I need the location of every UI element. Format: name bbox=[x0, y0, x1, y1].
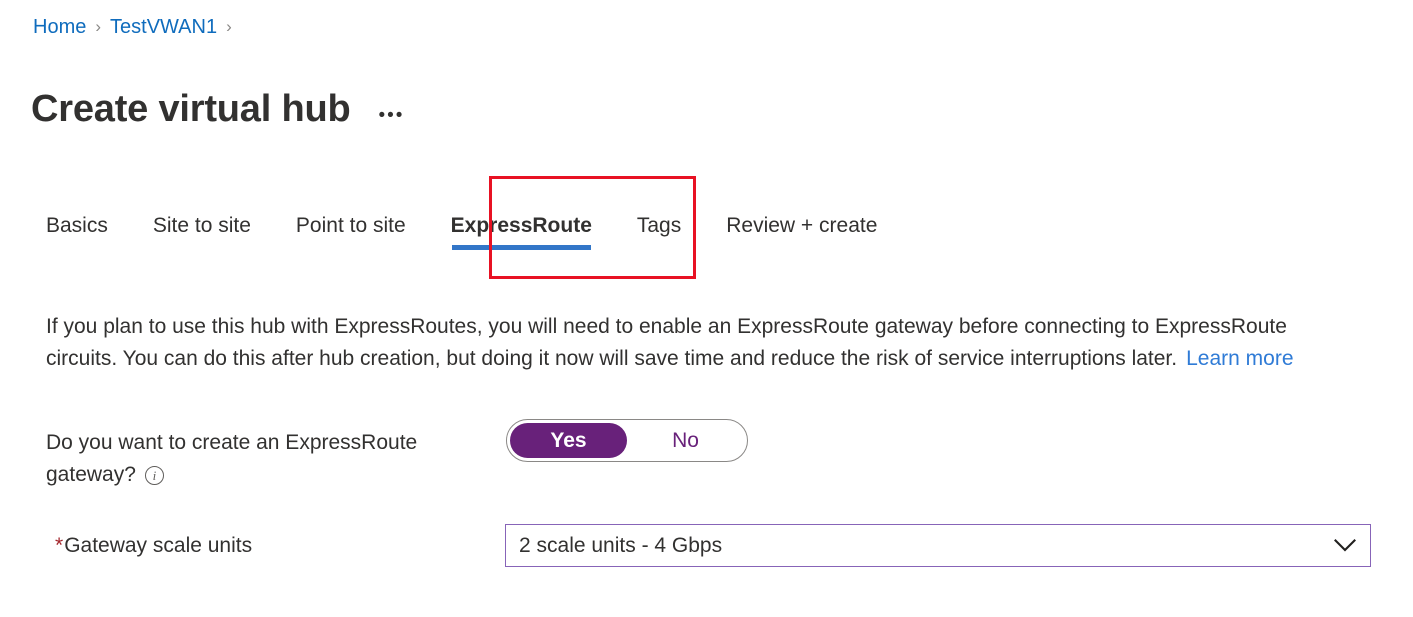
tab-expressroute[interactable]: ExpressRoute bbox=[451, 212, 592, 256]
breadcrumb-separator-icon-2: › bbox=[226, 17, 232, 36]
breadcrumb-item-testvwan1[interactable]: TestVWAN1 bbox=[110, 13, 217, 41]
breadcrumb: Home › TestVWAN1 › bbox=[33, 13, 241, 41]
description-text: If you plan to use this hub with Express… bbox=[46, 315, 1287, 370]
toggle-option-no[interactable]: No bbox=[627, 423, 744, 458]
breadcrumb-item-home[interactable]: Home bbox=[33, 13, 86, 41]
breadcrumb-separator-icon: › bbox=[95, 17, 102, 36]
chevron-down-icon bbox=[1334, 539, 1356, 552]
tab-site-to-site[interactable]: Site to site bbox=[153, 212, 251, 256]
page-title: Create virtual hub bbox=[31, 88, 351, 131]
info-icon[interactable]: i bbox=[144, 466, 164, 485]
required-marker: * bbox=[55, 534, 64, 557]
tab-basics[interactable]: Basics bbox=[46, 212, 108, 256]
tab-tags[interactable]: Tags bbox=[637, 212, 681, 256]
tab-review-create[interactable]: Review + create bbox=[726, 212, 877, 256]
scale-units-label: *Gateway scale units bbox=[55, 530, 252, 562]
learn-more-link[interactable]: Learn more bbox=[1186, 347, 1293, 370]
tab-point-to-site[interactable]: Point to site bbox=[296, 212, 406, 256]
scale-units-label-text: Gateway scale units bbox=[64, 534, 253, 557]
toggle-option-yes[interactable]: Yes bbox=[510, 423, 627, 458]
tab-bar: Basics Site to site Point to site Expres… bbox=[46, 212, 877, 256]
gateway-toggle-label-text: Do you want to create an ExpressRoute ga… bbox=[46, 431, 418, 486]
scale-units-selected-value: 2 scale units - 4 Gbps bbox=[519, 533, 723, 557]
gateway-toggle[interactable]: Yes No bbox=[506, 419, 748, 462]
ellipsis-icon[interactable]: ••• bbox=[377, 105, 405, 127]
scale-units-dropdown[interactable]: 2 scale units - 4 Gbps bbox=[505, 524, 1371, 567]
gateway-toggle-label: Do you want to create an ExpressRoute ga… bbox=[46, 427, 486, 491]
page-title-row: Create virtual hub ••• bbox=[31, 58, 405, 161]
expressroute-description: If you plan to use this hub with Express… bbox=[46, 311, 1316, 375]
